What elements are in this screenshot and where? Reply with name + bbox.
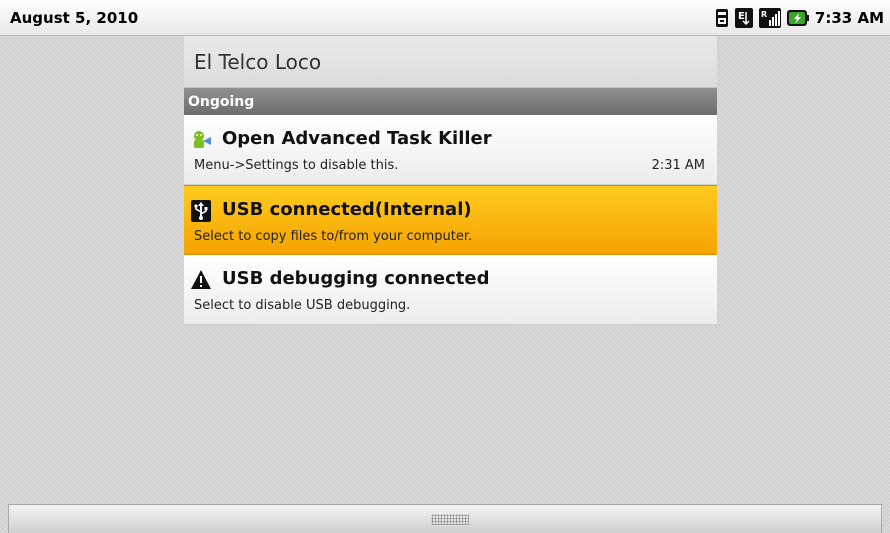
panel-close-handle[interactable] bbox=[8, 504, 882, 533]
notification-title: USB connected(Internal) bbox=[222, 199, 472, 220]
data-3g-icon: E bbox=[734, 8, 753, 28]
notification-text: Select to disable USB debugging. bbox=[194, 298, 411, 313]
warning-icon bbox=[190, 269, 212, 291]
notification-title: Open Advanced Task Killer bbox=[222, 128, 492, 149]
notification-text: Select to copy files to/from your comput… bbox=[194, 229, 473, 244]
status-bar[interactable]: August 5, 2010 E R 7:33 AM bbox=[0, 0, 890, 36]
notification-panel: El Telco Loco Ongoing Open Advanced Task… bbox=[184, 36, 717, 325]
usb-icon bbox=[190, 200, 212, 222]
signal-bars-icon: R bbox=[758, 8, 781, 28]
drag-handle-grip[interactable] bbox=[431, 514, 469, 525]
notification-text: Menu->Settings to disable this. bbox=[194, 158, 399, 173]
notification-title: USB debugging connected bbox=[222, 268, 490, 289]
svg-text:E: E bbox=[738, 11, 745, 22]
section-header-ongoing: Ongoing bbox=[184, 88, 717, 115]
usb-debug-icon bbox=[715, 8, 729, 28]
status-icons: E R 7:33 AM bbox=[715, 7, 884, 29]
notification-usb-debugging[interactable]: USB debugging connected Select to disabl… bbox=[184, 255, 717, 325]
carrier-label: El Telco Loco bbox=[184, 36, 717, 88]
status-time: 7:33 AM bbox=[814, 9, 884, 27]
battery-charging-icon bbox=[786, 9, 809, 27]
notification-usb-connected[interactable]: USB connected(Internal) Select to copy f… bbox=[184, 185, 717, 255]
android-task-killer-icon bbox=[190, 129, 212, 151]
status-date: August 5, 2010 bbox=[10, 9, 139, 27]
svg-text:R: R bbox=[761, 10, 767, 19]
notification-time: 2:31 AM bbox=[651, 158, 705, 173]
notification-task-killer[interactable]: Open Advanced Task Killer Menu->Settings… bbox=[184, 115, 717, 185]
